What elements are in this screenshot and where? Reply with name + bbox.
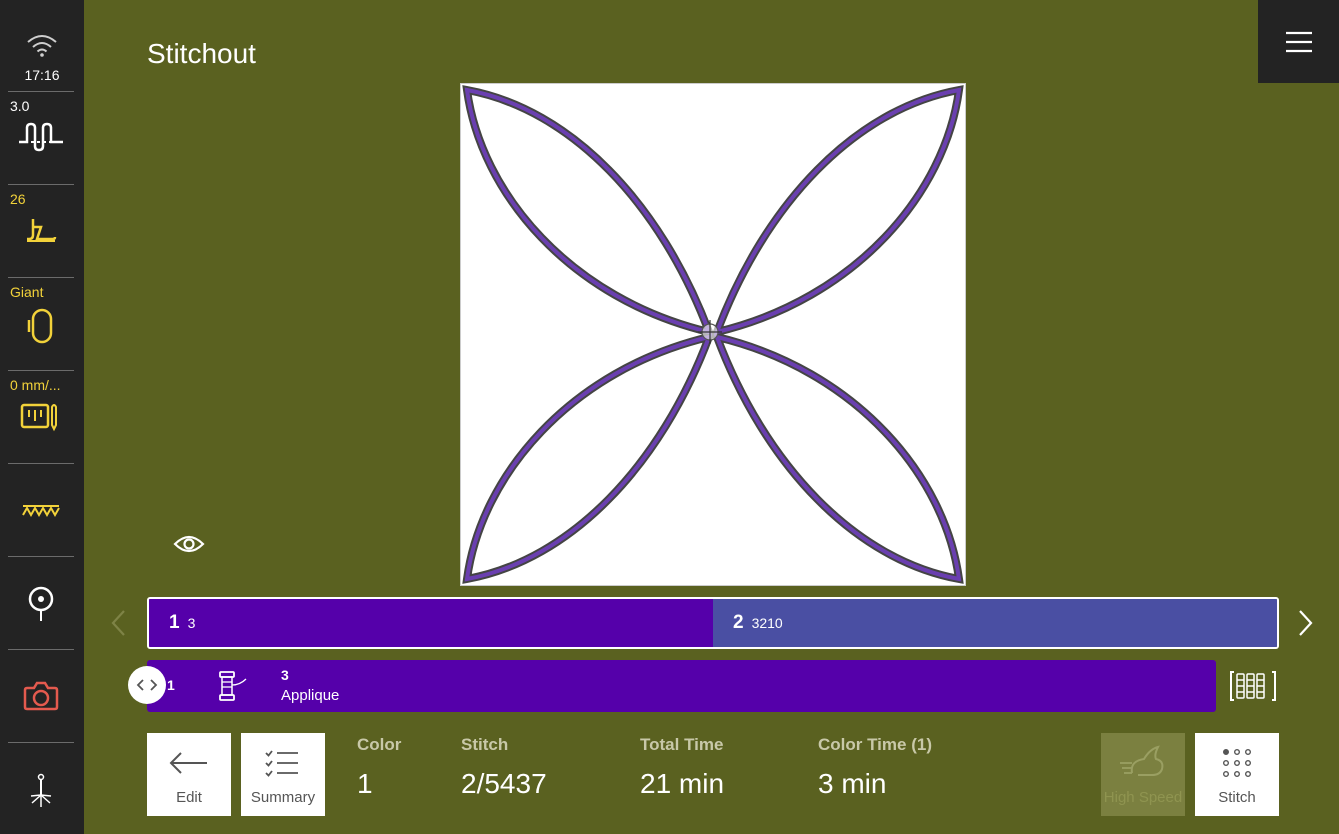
stitch-button[interactable]: Stitch bbox=[1195, 733, 1279, 816]
hoop-icon bbox=[8, 308, 74, 344]
presser-foot-icon bbox=[8, 217, 74, 245]
summary-label: Summary bbox=[250, 789, 316, 806]
rabbit-icon bbox=[1120, 745, 1164, 776]
chevron-right-icon bbox=[1299, 610, 1313, 636]
view-toggle-button[interactable] bbox=[172, 530, 206, 558]
chevron-left-icon bbox=[111, 610, 125, 636]
thread-list-button[interactable] bbox=[1228, 666, 1278, 706]
edit-button[interactable]: Edit bbox=[147, 733, 231, 816]
previous-color-button[interactable] bbox=[108, 608, 130, 638]
color-value: 1 bbox=[357, 768, 373, 799]
sensor-icon bbox=[8, 401, 74, 433]
embroidery-design bbox=[462, 85, 964, 584]
high-speed-button[interactable]: High Speed bbox=[1101, 733, 1185, 816]
color-block-code: 3 bbox=[187, 615, 196, 631]
stitch-label-button: Stitch bbox=[1218, 789, 1256, 806]
total-time-value: 21 min bbox=[640, 768, 725, 799]
needle-light-icon bbox=[8, 773, 74, 809]
wifi-icon bbox=[9, 32, 75, 58]
camera-item[interactable] bbox=[8, 650, 74, 743]
presser-foot-value: 26 bbox=[10, 191, 26, 207]
stitch-length-value: 3.0 bbox=[10, 98, 30, 114]
color-time-label: Color Time (1) bbox=[818, 735, 932, 754]
hamburger-icon bbox=[1285, 31, 1312, 52]
stitch-label: Stitch bbox=[461, 735, 509, 754]
design-preview[interactable] bbox=[460, 83, 966, 586]
speed-item[interactable]: 0 mm/... bbox=[8, 371, 74, 464]
spools-icon bbox=[1230, 671, 1276, 701]
thread-code: 3 bbox=[281, 667, 289, 683]
stitch-length-icon bbox=[8, 122, 74, 154]
color-block-1[interactable]: 1 3 bbox=[149, 599, 713, 647]
color-block-2[interactable]: 2 3210 bbox=[713, 599, 1277, 647]
color-sequence-bar: 1 3 2 3210 bbox=[147, 597, 1279, 649]
menu-button[interactable] bbox=[1258, 0, 1339, 83]
thread-info-bar[interactable] bbox=[147, 660, 1216, 712]
tension-item[interactable] bbox=[8, 557, 74, 650]
arrow-left-icon bbox=[169, 752, 207, 774]
clock: 17:16 bbox=[24, 67, 60, 83]
checklist-icon bbox=[265, 750, 298, 777]
color-block-code: 3210 bbox=[751, 615, 783, 631]
color-time-value: 3 min bbox=[818, 768, 887, 799]
stitch-dots-icon bbox=[1223, 749, 1252, 778]
color-block-number: 1 bbox=[169, 612, 180, 633]
color-block-number: 2 bbox=[733, 612, 744, 633]
color-label: Color bbox=[357, 735, 402, 754]
stitch-value: 2/5437 bbox=[461, 768, 547, 799]
thread-spool-icon bbox=[216, 669, 252, 708]
high-speed-label: High Speed bbox=[1103, 789, 1183, 806]
thread-index: 1 bbox=[167, 677, 175, 693]
total-time-label: Total Time bbox=[640, 735, 724, 754]
summary-button[interactable]: Summary bbox=[241, 733, 325, 816]
presser-foot-item[interactable]: 26 bbox=[8, 185, 74, 278]
tension-dial-icon bbox=[8, 585, 74, 625]
sidebar: 17:16 3.0 26 Giant 0 mm/... bbox=[0, 0, 84, 834]
camera-icon bbox=[8, 680, 74, 712]
page-title: Stitchout bbox=[147, 38, 256, 69]
hoop-value: Giant bbox=[10, 284, 44, 300]
eye-icon bbox=[173, 535, 205, 553]
needle-item[interactable] bbox=[8, 743, 74, 834]
next-color-button[interactable] bbox=[1294, 608, 1316, 638]
stitch-type-item[interactable] bbox=[8, 464, 74, 557]
hoop-item[interactable]: Giant bbox=[8, 278, 74, 371]
chevron-left-right-icon bbox=[136, 679, 158, 691]
zigzag-stitch-icon bbox=[8, 502, 74, 518]
edit-label: Edit bbox=[176, 789, 202, 806]
thread-name: Applique bbox=[281, 687, 340, 704]
stitch-length-item[interactable]: 3.0 bbox=[8, 92, 74, 185]
expand-collapse-button[interactable] bbox=[128, 666, 166, 704]
speed-value: 0 mm/... bbox=[10, 377, 61, 393]
